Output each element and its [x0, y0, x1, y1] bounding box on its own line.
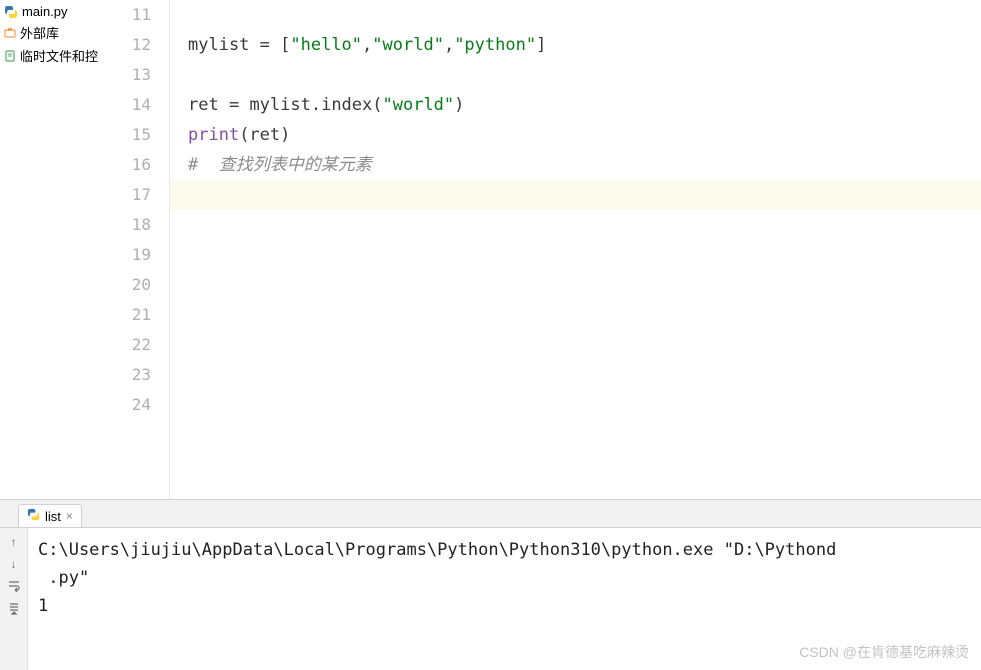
code-line[interactable]	[170, 390, 981, 420]
sidebar-item-scratch[interactable]: 临时文件和控	[0, 44, 100, 67]
line-number[interactable]: 18	[100, 210, 151, 240]
up-arrow-icon[interactable]: ↑	[6, 534, 22, 550]
code-token: "python"	[454, 35, 536, 55]
code-token: "world"	[383, 95, 455, 115]
sidebar-item-label: 临时文件和控	[20, 46, 98, 65]
code-token: =	[229, 95, 249, 115]
code-line[interactable]	[170, 360, 981, 390]
code-token: = [	[260, 35, 291, 55]
python-file-icon	[4, 5, 18, 19]
code-token: ,	[362, 35, 372, 55]
code-token: )	[454, 95, 464, 115]
line-gutter[interactable]: 1112131415161718192021222324	[100, 0, 170, 499]
line-number[interactable]: 15	[100, 120, 151, 150]
line-number[interactable]: 12	[100, 30, 151, 60]
code-token: print	[188, 125, 239, 145]
project-sidebar[interactable]: main.py 外部库 临时文件和控	[0, 0, 100, 499]
code-token: "hello"	[290, 35, 362, 55]
code-token: "world"	[372, 35, 444, 55]
scratch-icon	[4, 50, 16, 62]
console-line: 1	[38, 596, 48, 616]
console-line: C:\Users\jiujiu\AppData\Local\Programs\P…	[38, 540, 836, 560]
console-line: .py"	[48, 568, 89, 588]
code-line[interactable]: print(ret)	[170, 120, 981, 150]
sidebar-item-label: 外部库	[20, 23, 59, 42]
code-token: ,	[444, 35, 454, 55]
soft-wrap-icon[interactable]	[6, 578, 22, 594]
console-tab-label: list	[45, 509, 61, 524]
line-number[interactable]: 20	[100, 270, 151, 300]
line-number[interactable]: 13	[100, 60, 151, 90]
close-icon[interactable]: ×	[66, 509, 73, 523]
code-line[interactable]	[170, 330, 981, 360]
code-line[interactable]	[170, 210, 981, 240]
console-tab-list[interactable]: list ×	[18, 504, 82, 527]
python-file-icon	[27, 508, 40, 524]
code-line[interactable]: mylist = ["hello","world","python"]	[170, 30, 981, 60]
line-number[interactable]: 16	[100, 150, 151, 180]
line-number[interactable]: 19	[100, 240, 151, 270]
line-number[interactable]: 17	[100, 180, 151, 210]
code-token: # 查找列表中的某元素	[188, 155, 372, 175]
line-number[interactable]: 24	[100, 390, 151, 420]
sidebar-item-mainpy[interactable]: main.py	[0, 2, 100, 21]
code-token: ret	[188, 95, 229, 115]
code-line[interactable]: # 查找列表中的某元素	[170, 150, 981, 180]
line-number[interactable]: 21	[100, 300, 151, 330]
code-token: ]	[536, 35, 546, 55]
code-line[interactable]	[170, 0, 981, 30]
code-token: (ret)	[239, 125, 290, 145]
code-token: mylist.index(	[249, 95, 382, 115]
down-arrow-icon[interactable]: ↓	[6, 556, 22, 572]
code-line[interactable]	[170, 240, 981, 270]
line-number[interactable]: 22	[100, 330, 151, 360]
console-toolbar: ↑ ↓	[0, 528, 28, 670]
external-lib-icon	[4, 27, 16, 39]
code-line[interactable]	[170, 180, 981, 210]
line-number[interactable]: 11	[100, 0, 151, 30]
code-token: mylist	[188, 35, 260, 55]
code-line[interactable]	[170, 300, 981, 330]
code-editor[interactable]: mylist = ["hello","world","python"]ret =…	[170, 0, 981, 499]
run-panel: list × ↑ ↓ C:\Users\jiujiu\AppData\Local…	[0, 500, 981, 670]
line-number[interactable]: 14	[100, 90, 151, 120]
console-tab-bar: list ×	[0, 500, 981, 528]
console-output[interactable]: C:\Users\jiujiu\AppData\Local\Programs\P…	[28, 528, 981, 670]
code-line[interactable]	[170, 270, 981, 300]
line-number[interactable]: 23	[100, 360, 151, 390]
code-line[interactable]	[170, 60, 981, 90]
sidebar-item-label: main.py	[22, 4, 68, 19]
sidebar-item-external[interactable]: 外部库	[0, 21, 100, 44]
scroll-to-end-icon[interactable]	[6, 600, 22, 616]
code-line[interactable]: ret = mylist.index("world")	[170, 90, 981, 120]
